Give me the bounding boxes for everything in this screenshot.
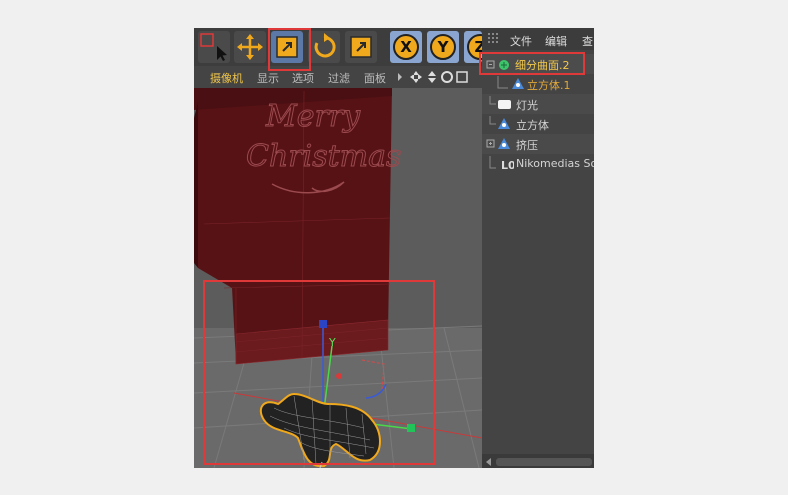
object-manager: 文件 编辑 查 细分曲面.2 立方体.1 灯光 立方体 挤压 L0 Nikome… [482, 28, 594, 468]
object-row-null[interactable]: L0 Nikomedias So [482, 154, 594, 174]
object-row-cube[interactable]: 立方体 [482, 114, 594, 134]
main-toolbar: X Y Z [194, 28, 482, 66]
svg-text:L0: L0 [501, 159, 514, 172]
live-selection-button[interactable] [198, 31, 230, 63]
cube-icon [489, 116, 510, 129]
expand-arrow-icon [398, 73, 402, 81]
light-icon [489, 96, 511, 109]
rotate-icon [314, 33, 336, 58]
x-axis-icon: X [393, 34, 419, 60]
card-text-line-2: Christmas [246, 139, 401, 174]
highlight-subdivision-object [479, 52, 585, 75]
maximize-icon [456, 71, 468, 83]
viewport-menu-bar: 摄像机 显示 选项 过滤 面板 [194, 66, 482, 88]
move-icon [237, 34, 263, 60]
x-axis-toggle[interactable]: X [390, 31, 422, 63]
grip-icon [488, 33, 498, 43]
x-axis-label: X [400, 38, 412, 56]
viewport-nav-icons [398, 71, 468, 83]
menu-file[interactable]: 文件 [510, 33, 532, 49]
scale-alt-icon [350, 36, 372, 58]
select-arrow-icon [200, 33, 227, 61]
highlight-scale-tool [268, 28, 311, 71]
dolly-icon [428, 71, 436, 83]
horizontal-scrollbar[interactable] [482, 454, 594, 468]
orbit-icon [441, 71, 453, 83]
menu-panel[interactable]: 面板 [364, 70, 386, 86]
object-label: 立方体.1 [527, 79, 571, 92]
y-axis-label: Y [437, 38, 450, 56]
object-row-extrude[interactable]: 挤压 [482, 134, 594, 154]
object-label: Nikomedias So [516, 157, 594, 170]
move-button[interactable] [234, 31, 266, 63]
pan-icon [410, 71, 422, 83]
object-row-cube-1[interactable]: 立方体.1 [482, 74, 594, 94]
rotate-button[interactable] [308, 31, 340, 63]
null-icon: L0 [489, 156, 514, 172]
menu-camera[interactable]: 摄像机 [210, 70, 243, 86]
object-label: 立方体 [516, 119, 549, 132]
menu-view[interactable]: 查 [582, 33, 593, 49]
highlight-mesh-object [203, 280, 435, 465]
object-row-light[interactable]: 灯光 [482, 94, 594, 114]
menu-edit[interactable]: 编辑 [545, 33, 567, 49]
extrude-icon [486, 138, 510, 149]
object-label: 挤压 [516, 139, 538, 152]
object-manager-menu: 文件 编辑 查 [482, 28, 594, 50]
y-axis-icon: Y [430, 34, 456, 60]
cube-icon [497, 76, 524, 89]
y-axis-toggle[interactable]: Y [427, 31, 459, 63]
menu-filter[interactable]: 过滤 [328, 70, 350, 86]
menu-display[interactable]: 显示 [257, 70, 279, 86]
menu-options[interactable]: 选项 [292, 70, 314, 86]
scroll-left-icon [486, 458, 592, 466]
object-label: 灯光 [516, 99, 538, 112]
card-text-line-1: Merry [265, 99, 361, 134]
recent-tool-button[interactable] [345, 31, 377, 63]
